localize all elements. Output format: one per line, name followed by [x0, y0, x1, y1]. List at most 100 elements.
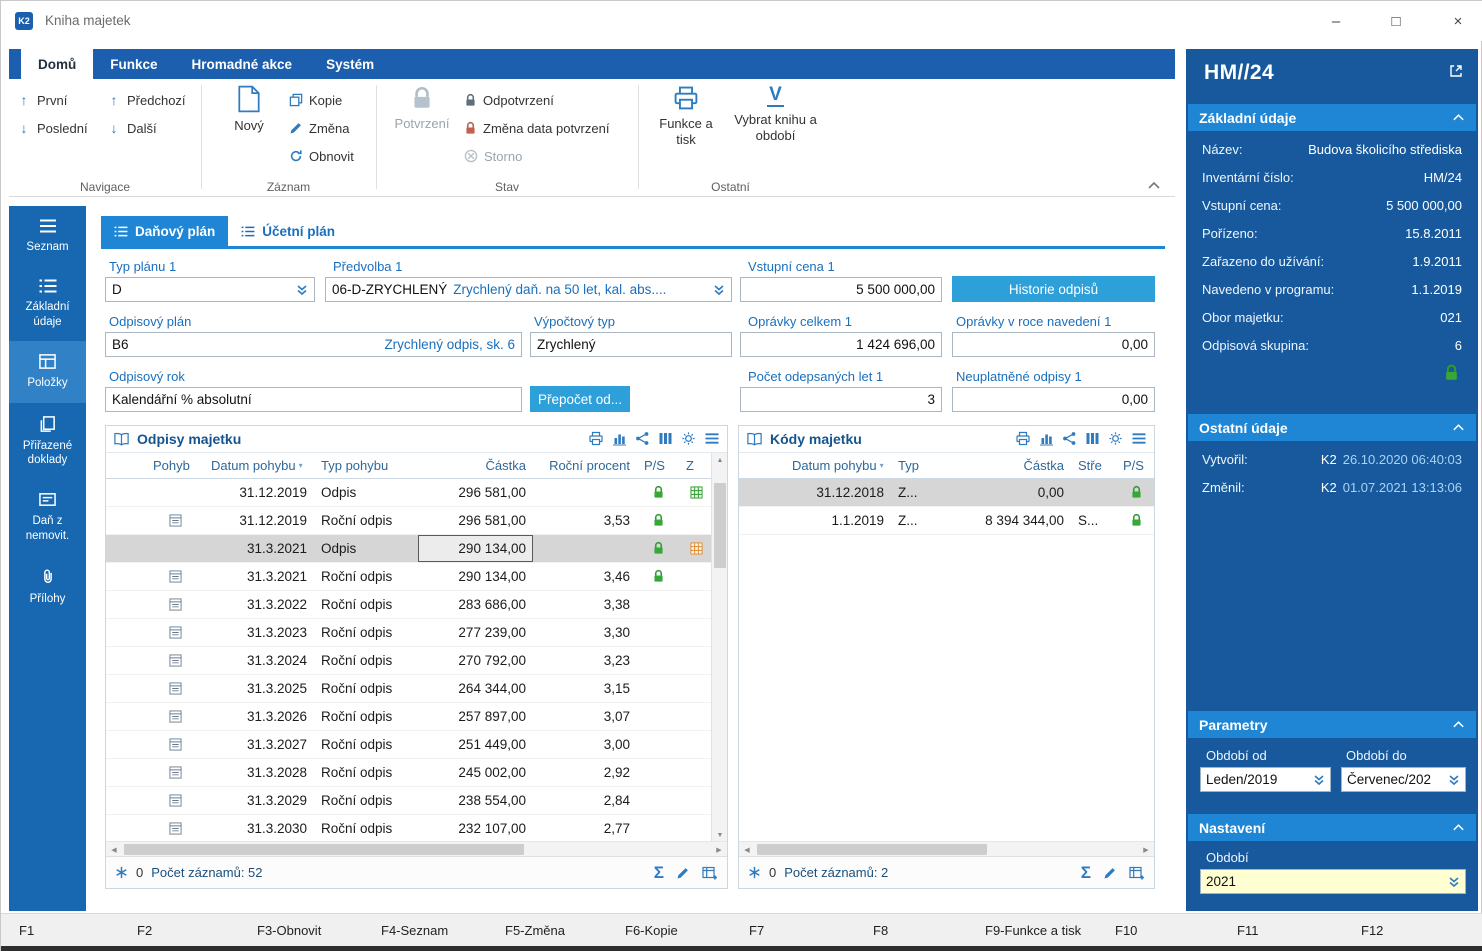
- vertical-scrollbar[interactable]: ▲ ▼: [711, 453, 727, 843]
- scroll-right-arrow[interactable]: ▶: [1138, 842, 1154, 857]
- combo-chevron-icon[interactable]: [1448, 876, 1460, 888]
- share-icon[interactable]: [635, 431, 650, 446]
- fkey-f8[interactable]: F8: [873, 923, 888, 938]
- prepocet-button[interactable]: Přepočet od...: [530, 386, 630, 412]
- new-record-button[interactable]: Nový: [219, 85, 279, 134]
- last-record-button[interactable]: ↓Poslední: [17, 117, 88, 139]
- columns-icon[interactable]: [658, 431, 673, 446]
- table-row[interactable]: 31.3.2027 Roční odpis 251 449,00 3,00: [106, 731, 727, 759]
- scrollbar-thumb[interactable]: [714, 483, 726, 568]
- cell-castka-focused[interactable]: 290 134,00: [418, 535, 533, 562]
- fkey-f1[interactable]: F1: [19, 923, 34, 938]
- table-add-icon[interactable]: [702, 866, 718, 880]
- tab-danovy-plan[interactable]: Daňový plán: [101, 216, 228, 246]
- vstupni-cena-input[interactable]: 5 500 000,00: [740, 277, 942, 302]
- filter-star-icon[interactable]: [748, 866, 761, 879]
- table-row[interactable]: 1.1.2019 Z... 8 394 344,00 S...: [739, 507, 1154, 535]
- table-row[interactable]: 31.3.2025 Roční odpis 264 344,00 3,15: [106, 675, 727, 703]
- fkey-f10[interactable]: F10: [1115, 923, 1137, 938]
- change-button[interactable]: Změna: [289, 117, 349, 139]
- sidebar-item-polozky[interactable]: Položky: [9, 341, 86, 402]
- table-row[interactable]: 31.3.2028 Roční odpis 245 002,00 2,92: [106, 759, 727, 787]
- opravky-naved-input[interactable]: 0,00: [952, 332, 1155, 357]
- obdobi-do-input[interactable]: Červenec/202: [1341, 767, 1466, 792]
- vypoctovy-typ-input[interactable]: Zrychlený: [530, 332, 732, 357]
- chart-icon[interactable]: [1039, 431, 1054, 446]
- combo-chevron-icon[interactable]: [296, 284, 308, 296]
- odpisovy-plan-input[interactable]: B6 Zrychlený odpis, sk. 6: [105, 332, 522, 357]
- col-datum[interactable]: Datum pohybu▾: [785, 453, 891, 478]
- chevron-up-icon[interactable]: [1452, 113, 1465, 122]
- obdobi-input[interactable]: 2021: [1200, 869, 1466, 894]
- sidebar-item-prirazene-doklady[interactable]: Přiřazené doklady: [9, 403, 86, 480]
- fkey-f7[interactable]: F7: [749, 923, 764, 938]
- pencil-icon[interactable]: [1103, 866, 1117, 880]
- col-pohyb[interactable]: Pohyb: [146, 453, 204, 478]
- table-row[interactable]: 31.3.2030 Roční odpis 232 107,00 2,77: [106, 815, 727, 841]
- next-record-button[interactable]: ↓Další: [107, 117, 157, 139]
- section-parametry[interactable]: Parametry: [1188, 711, 1476, 738]
- fkey-f6-kopie[interactable]: F6-Kopie: [625, 923, 678, 938]
- copy-button[interactable]: Kopie: [289, 89, 342, 111]
- table-row[interactable]: 31.3.2029 Roční odpis 238 554,00 2,84: [106, 787, 727, 815]
- opravky-input[interactable]: 1 424 696,00: [740, 332, 942, 357]
- tab-system[interactable]: Systém: [309, 49, 391, 79]
- col-castka[interactable]: Částka: [931, 453, 1071, 478]
- fkey-f5-zmena[interactable]: F5-Změna: [505, 923, 565, 938]
- chevron-up-icon[interactable]: [1452, 720, 1465, 729]
- col-stredisko[interactable]: Stře: [1071, 453, 1116, 478]
- tab-hromadne-akce[interactable]: Hromadné akce: [175, 49, 310, 79]
- close-button[interactable]: ×: [1433, 1, 1482, 41]
- fkey-f4-seznam[interactable]: F4-Seznam: [381, 923, 448, 938]
- fkey-f3-obnovit[interactable]: F3-Obnovit: [257, 923, 321, 938]
- sum-icon[interactable]: Σ: [654, 864, 664, 881]
- tab-funkce[interactable]: Funkce: [93, 49, 174, 79]
- fkey-f9-funkce-tisk[interactable]: F9-Funkce a tisk: [985, 923, 1081, 938]
- col-procent[interactable]: Roční procent: [533, 453, 637, 478]
- sum-icon[interactable]: Σ: [1081, 864, 1091, 881]
- table-row[interactable]: 31.12.2019 Roční odpis 296 581,00 3,53: [106, 507, 727, 535]
- print-icon[interactable]: [588, 431, 604, 446]
- menu-icon[interactable]: [704, 432, 720, 445]
- sidebar-item-prilohy[interactable]: Přílohy: [9, 555, 86, 618]
- pocet-let-input[interactable]: 3: [740, 387, 942, 412]
- col-castka[interactable]: Částka: [418, 453, 533, 478]
- historie-odpisu-button[interactable]: Historie odpisů: [952, 276, 1155, 302]
- section-zakladni-udaje[interactable]: Základní údaje: [1188, 104, 1476, 131]
- chevron-up-icon[interactable]: [1452, 823, 1465, 832]
- settings-gear-icon[interactable]: [681, 431, 696, 446]
- predvolba-input[interactable]: 06-D-ZRYCHLENÝ Zrychlený daň. na 50 let,…: [325, 277, 732, 302]
- table-row-selected[interactable]: 31.12.2018 Z... 0,00: [739, 479, 1154, 507]
- maximize-button[interactable]: □: [1373, 1, 1419, 41]
- scroll-left-arrow[interactable]: ◀: [106, 842, 122, 857]
- scroll-right-arrow[interactable]: ▶: [711, 842, 727, 857]
- sidebar-item-seznam[interactable]: Seznam: [9, 206, 86, 266]
- combo-chevron-icon[interactable]: [713, 284, 725, 296]
- sidebar-item-dan-z-nemovitosti[interactable]: Daň z nemovit.: [9, 479, 86, 555]
- fkey-f11[interactable]: F11: [1237, 923, 1258, 938]
- print-icon[interactable]: [1015, 431, 1031, 446]
- minimize-button[interactable]: –: [1313, 1, 1359, 41]
- tab-ucetni-plan[interactable]: Účetní plán: [228, 216, 348, 246]
- open-external-icon[interactable]: [1448, 63, 1464, 79]
- chart-icon[interactable]: [612, 431, 627, 446]
- share-icon[interactable]: [1062, 431, 1077, 446]
- col-typ[interactable]: Typ: [891, 453, 931, 478]
- col-typ[interactable]: Typ pohybu: [314, 453, 418, 478]
- neuplatnene-input[interactable]: 0,00: [952, 387, 1155, 412]
- collapse-ribbon-icon[interactable]: [1147, 181, 1161, 190]
- fkey-f12[interactable]: F12: [1361, 923, 1383, 938]
- scrollbar-thumb[interactable]: [757, 844, 987, 855]
- first-record-button[interactable]: ↑První: [17, 89, 67, 111]
- col-datum[interactable]: Datum pohybu▾: [204, 453, 314, 478]
- previous-record-button[interactable]: ↑Předchozí: [107, 89, 186, 111]
- table-row[interactable]: 31.12.2019 Odpis 296 581,00: [106, 479, 727, 507]
- chevron-up-icon[interactable]: [1452, 423, 1465, 432]
- pencil-icon[interactable]: [676, 866, 690, 880]
- section-nastaveni[interactable]: Nastavení: [1188, 814, 1476, 841]
- odpisovy-rok-input[interactable]: Kalendářní % absolutní: [105, 387, 522, 412]
- table-row-selected[interactable]: 31.3.2021 Odpis 290 134,00: [106, 535, 727, 563]
- functions-print-button[interactable]: Funkce a tisk: [650, 85, 722, 149]
- fkey-f2[interactable]: F2: [137, 923, 152, 938]
- table-row[interactable]: 31.3.2022 Roční odpis 283 686,00 3,38: [106, 591, 727, 619]
